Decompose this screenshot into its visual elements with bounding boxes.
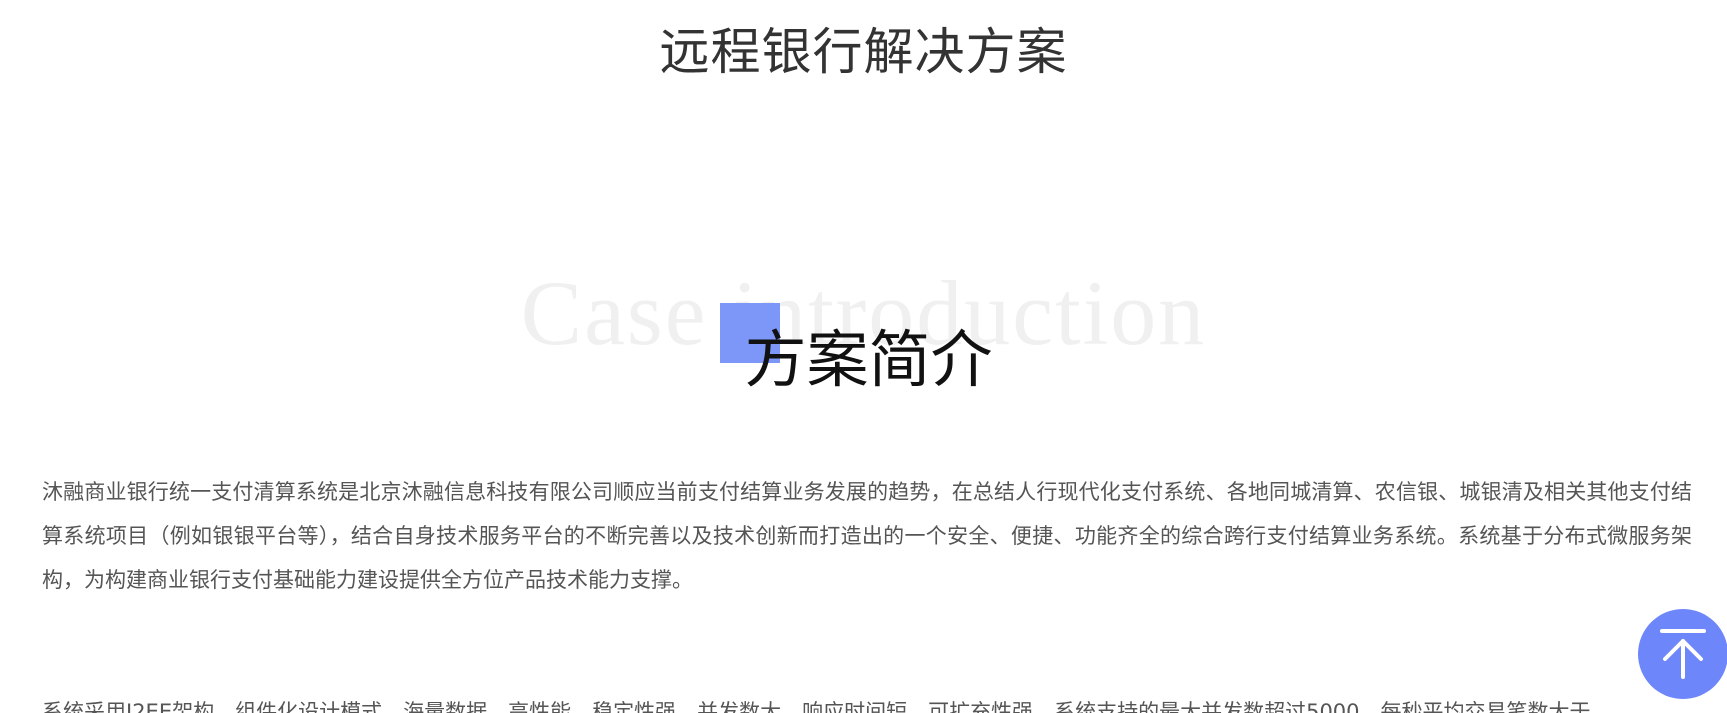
section-heading: 方案简介 [744, 323, 993, 396]
arrow-up-to-line-icon [1660, 629, 1706, 679]
page: 远程银行解决方案 Case introduction 方案简介 沐融商业银行统一… [0, 0, 1727, 713]
page-title: 远程银行解决方案 [659, 23, 1068, 81]
back-to-top-button[interactable] [1638, 609, 1727, 699]
section-header: Case introduction 方案简介 [0, 250, 1727, 410]
intro-paragraph: 沐融商业银行统一支付清算系统是北京沐融信息科技有限公司顺应当前支付结算业务发展的… [42, 480, 1692, 592]
architecture-paragraph: 系统采用J2EE架构，组件化设计模式，海量数据，高性能，稳定性强，并发数大，响应… [42, 700, 1591, 713]
